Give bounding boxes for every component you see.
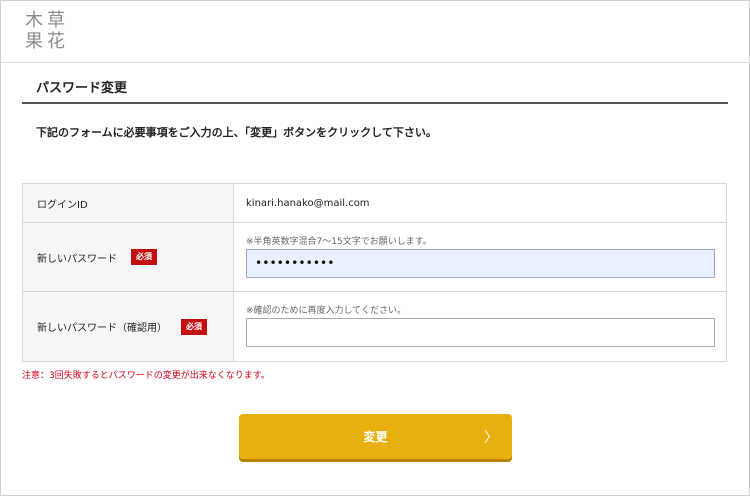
logo-char: 花 <box>47 31 65 52</box>
logo-char: 草 <box>47 10 65 31</box>
page-title: パスワード変更 <box>36 81 128 96</box>
change-submit-button[interactable]: 変更 〉 <box>239 414 512 459</box>
confirm-password-input[interactable] <box>246 318 715 347</box>
login-id-value: kinari.hanako@mail.com <box>246 198 370 209</box>
required-badge: 必須 <box>131 249 157 265</box>
instruction-text: 下記のフォームに必要事項をご入力の上、「変更」ボタンをクリックして下さい。 <box>36 126 437 139</box>
new-password-hint: ※半角英数字混合7～15文字でお願いします。 <box>246 237 432 247</box>
new-password-label-cell: 新しいパスワード 必須 <box>23 223 234 291</box>
confirm-password-label: 新しいパスワード（確認用） <box>37 323 167 334</box>
logo-char: 木 <box>25 10 43 31</box>
login-id-value-cell: kinari.hanako@mail.com <box>234 184 726 222</box>
site-logo[interactable]: 木 草 果 花 <box>23 10 67 52</box>
form-row-new-password: 新しいパスワード 必須 ※半角英数字混合7～15文字でお願いします。 •••••… <box>23 223 726 292</box>
confirm-password-label-cell: 新しいパスワード（確認用） 必須 <box>23 292 234 361</box>
password-form-table: ログインID kinari.hanako@mail.com 新しいパスワード 必… <box>22 183 727 362</box>
site-header: 木 草 果 花 <box>1 1 749 63</box>
confirm-password-value-cell: ※確認のために再度入力してください。 <box>234 292 726 361</box>
new-password-label: 新しいパスワード <box>37 253 117 265</box>
login-id-label: ログインID <box>37 199 88 211</box>
new-password-value-cell: ※半角英数字混合7～15文字でお願いします。 ••••••••••• <box>234 223 726 291</box>
logo-char: 果 <box>25 31 43 52</box>
failure-notice: 注意：3回失敗するとパスワードの変更が出来なくなります。 <box>22 371 270 381</box>
title-divider <box>22 102 728 104</box>
new-password-input[interactable]: ••••••••••• <box>246 249 715 278</box>
form-row-login-id: ログインID kinari.hanako@mail.com <box>23 184 726 223</box>
confirm-password-hint: ※確認のために再度入力してください。 <box>246 306 407 316</box>
login-id-label-cell: ログインID <box>23 184 234 222</box>
form-row-confirm-password: 新しいパスワード（確認用） 必須 ※確認のために再度入力してください。 <box>23 292 726 361</box>
chevron-right-icon: 〉 <box>484 430 498 446</box>
required-badge: 必須 <box>181 318 207 335</box>
submit-button-label: 変更 <box>363 430 388 444</box>
